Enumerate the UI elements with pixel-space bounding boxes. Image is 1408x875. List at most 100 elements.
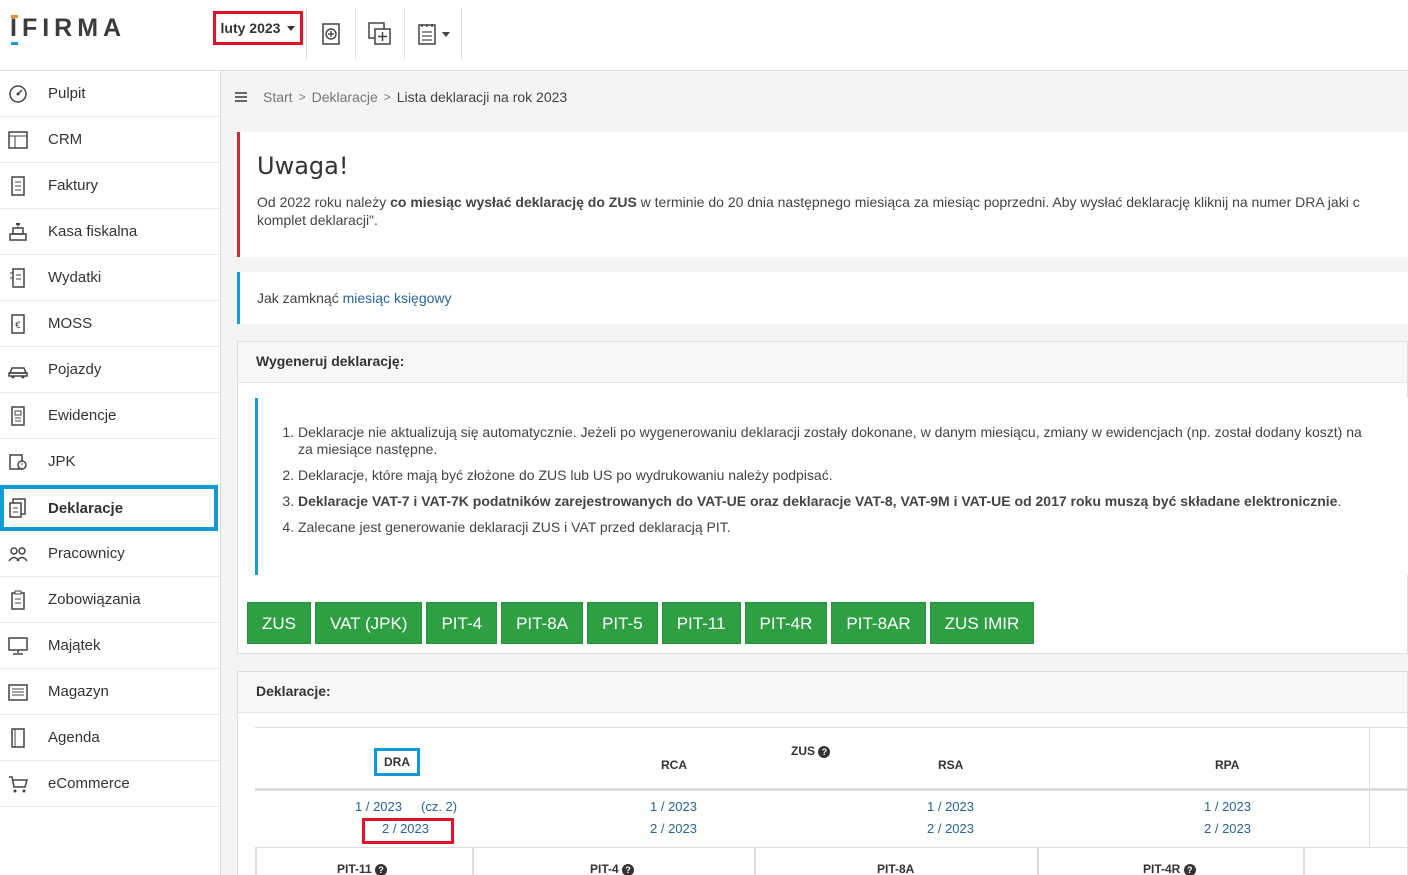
- sidebar-item-label: Wydatki: [48, 269, 102, 286]
- dra-link-1-2023[interactable]: 1 / 2023: [355, 799, 402, 814]
- sidebar-item-moss[interactable]: € MOSS: [0, 301, 220, 347]
- pit-4r-column-header: PIT-4R ?: [1143, 862, 1196, 875]
- sidebar-item-label: CRM: [48, 131, 83, 148]
- jpk-icon: [9, 454, 27, 470]
- sidebar-item-label: Agenda: [48, 729, 100, 746]
- warning-alert: Uwaga! Od 2022 roku należy co miesiąc wy…: [237, 132, 1408, 257]
- pit-header-row: PIT-11 ? PIT-4 ? PIT-8A PIT-4R ?: [255, 847, 1408, 875]
- generate-panel-title: Wygeneruj deklarację:: [238, 342, 1407, 383]
- sidebar-item-wydatki[interactable]: Wydatki: [0, 255, 220, 301]
- alert-text-line2: komplet deklaracji".: [257, 212, 378, 228]
- pit-11-label: PIT-11: [337, 862, 372, 875]
- rca-link-2-2023[interactable]: 2 / 2023: [650, 821, 697, 836]
- generate-zus-button[interactable]: ZUS: [247, 602, 311, 644]
- declarations-panel-title: Deklaracje:: [238, 672, 1407, 713]
- breadcrumb-deklaracje[interactable]: Deklaracje: [312, 89, 378, 105]
- generate-pit-4-button[interactable]: PIT-4: [426, 602, 498, 644]
- breadcrumb-current: Lista deklaracji na rok 2023: [396, 89, 568, 105]
- ifirma-logo[interactable]: I FIRMA: [10, 14, 126, 45]
- cash-register-icon: [9, 223, 27, 241]
- table-row: 1 / 2023 (cz. 2) 2 / 2023 1 / 2023 2 / 2…: [255, 791, 1408, 847]
- rsa-link-1-2023[interactable]: 1 / 2023: [927, 799, 974, 814]
- rpa-column-header: RPA: [1215, 758, 1240, 772]
- note-3: Deklaracje VAT-7 i VAT-7K podatników zar…: [298, 493, 1338, 509]
- sidebar-item-label: Magazyn: [48, 683, 109, 700]
- main-content: Start > Deklaracje > Lista deklaracji na…: [221, 71, 1408, 875]
- note-4: Zalecane jest generowanie deklaracji ZUS…: [298, 519, 731, 535]
- generate-vat-jpk-button[interactable]: VAT (JPK): [315, 602, 423, 644]
- rca-column-header: RCA: [661, 758, 687, 772]
- note-1: Deklaracje nie aktualizują się automatyc…: [298, 424, 1362, 440]
- dra-link-2-2023[interactable]: 2 / 2023: [382, 821, 429, 836]
- generate-pit-4r-button[interactable]: PIT-4R: [744, 602, 828, 644]
- rca-link-1-2023[interactable]: 1 / 2023: [650, 799, 697, 814]
- invoice-icon: [11, 176, 25, 196]
- help-icon[interactable]: ?: [1183, 863, 1196, 875]
- sidebar-item-label: Ewidencje: [48, 407, 117, 424]
- note-3-end: .: [1337, 493, 1342, 509]
- sidebar-item-pulpit[interactable]: Pulpit: [0, 71, 220, 117]
- sidebar-item-agenda[interactable]: Agenda: [0, 715, 220, 761]
- generate-pit-8a-button[interactable]: PIT-8A: [501, 602, 584, 644]
- generate-zus-imir-button[interactable]: ZUS IMIR: [929, 602, 1035, 644]
- help-icon[interactable]: ?: [622, 863, 635, 875]
- chevron-down-icon: [442, 31, 450, 37]
- duplicate-button[interactable]: [355, 8, 404, 60]
- agenda-icon: [11, 728, 25, 748]
- period-label: luty 2023: [220, 20, 281, 36]
- sidebar-item-crm[interactable]: CRM: [0, 117, 220, 163]
- generate-pit-11-button[interactable]: PIT-11: [661, 602, 741, 644]
- pit-8a-column-header: PIT-8A: [877, 862, 915, 875]
- sidebar-item-faktury[interactable]: Faktury: [0, 163, 220, 209]
- sidebar-item-jpk[interactable]: JPK: [0, 439, 220, 485]
- sidebar-item-label: Zobowiązania: [48, 591, 141, 608]
- help-icon[interactable]: ?: [818, 745, 831, 758]
- sidebar-item-ecommerce[interactable]: eCommerce: [0, 761, 220, 807]
- sidebar-item-zobowiazania[interactable]: Zobowiązania: [0, 577, 220, 623]
- generate-panel: Wygeneruj deklarację: Deklaracje nie akt…: [237, 341, 1408, 654]
- report-menu-button[interactable]: [404, 8, 462, 60]
- sidebar-item-magazyn[interactable]: Magazyn: [0, 669, 220, 715]
- zus-group-header: ZUS ?: [791, 744, 831, 758]
- pit-4-column-header: PIT-4 ?: [590, 862, 635, 875]
- rsa-link-2-2023[interactable]: 2 / 2023: [927, 821, 974, 836]
- column-divider: [1369, 728, 1370, 788]
- breadcrumb-start[interactable]: Start: [263, 89, 293, 105]
- add-document-button[interactable]: [306, 8, 355, 60]
- info-box: Jak zamknąć miesiąc księgowy: [237, 272, 1408, 324]
- alert-text-after: w terminie do 20 dnia następnego miesiąc…: [636, 194, 1360, 210]
- generate-pit-5-button[interactable]: PIT-5: [587, 602, 658, 644]
- pit-11-column-header: PIT-11 ?: [337, 862, 388, 875]
- sidebar-item-label: Pracownicy: [48, 545, 125, 562]
- zus-label: ZUS: [791, 744, 815, 758]
- rpa-link-2-2023[interactable]: 2 / 2023: [1204, 821, 1251, 836]
- info-text: Jak zamknąć: [257, 290, 343, 306]
- sidebar-item-label: Majątek: [48, 637, 101, 654]
- sidebar-item-label: Pojazdy: [48, 361, 102, 378]
- table-icon: [8, 131, 28, 149]
- sidebar-item-kasa-fiskalna[interactable]: Kasa fiskalna: [0, 209, 220, 255]
- help-icon[interactable]: ?: [375, 863, 388, 875]
- rsa-column-header: RSA: [938, 758, 964, 772]
- note-item: Deklaracje VAT-7 i VAT-7K podatników zar…: [298, 493, 1408, 510]
- sidebar-item-deklaracje[interactable]: Deklaracje: [0, 485, 218, 531]
- generate-pit-8ar-button[interactable]: PIT-8AR: [831, 602, 926, 644]
- pit-4r-label: PIT-4R: [1143, 862, 1181, 875]
- sidebar-item-label: eCommerce: [48, 775, 130, 792]
- accounting-month-link[interactable]: miesiąc księgowy: [343, 290, 452, 306]
- menu-toggle-icon[interactable]: [235, 90, 247, 104]
- dra-link-part2[interactable]: (cz. 2): [421, 799, 457, 814]
- sidebar-item-pojazdy[interactable]: Pojazdy: [0, 347, 220, 393]
- sidebar-item-label: JPK: [48, 453, 76, 470]
- rpa-link-1-2023[interactable]: 1 / 2023: [1204, 799, 1251, 814]
- note-item: Zalecane jest generowanie deklaracji ZUS…: [298, 519, 1408, 536]
- sidebar-item-ewidencje[interactable]: Ewidencje: [0, 393, 220, 439]
- sidebar-item-majatek[interactable]: Majątek: [0, 623, 220, 669]
- generate-buttons: ZUS VAT (JPK) PIT-4 PIT-8A PIT-5 PIT-11 …: [247, 602, 1038, 644]
- cart-icon: [9, 776, 28, 793]
- chevron-right-icon: >: [298, 90, 306, 104]
- sidebar-item-pracownicy[interactable]: Pracownicy: [0, 531, 220, 577]
- sidebar-item-label: Pulpit: [48, 85, 86, 102]
- warehouse-icon: [8, 684, 28, 701]
- period-selector[interactable]: luty 2023: [213, 11, 303, 45]
